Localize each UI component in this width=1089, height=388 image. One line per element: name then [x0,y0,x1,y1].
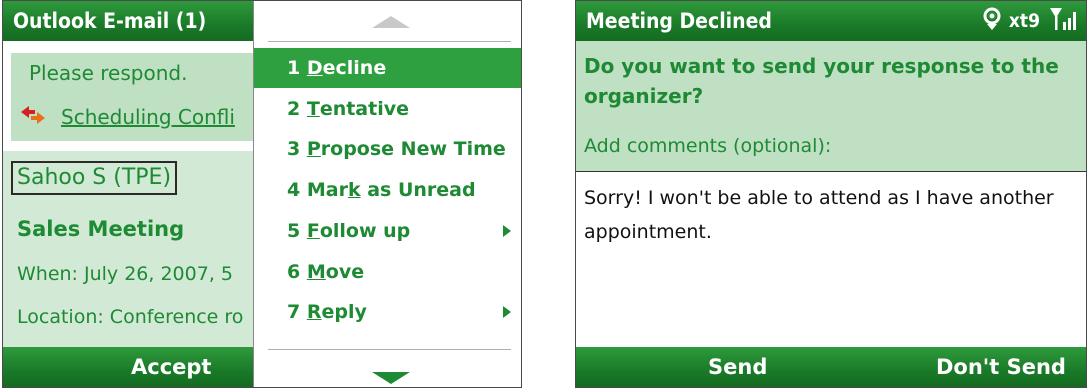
menu-item-number: 4 Mar [287,179,348,202]
menu-item[interactable]: 7 Reply [254,292,521,332]
menu-item-number: 6 [287,260,307,283]
scheduling-conflict-link[interactable]: Scheduling Confli [61,105,235,129]
menu-item-hotkey: F [306,219,320,242]
respond-text: Please respond. [29,61,188,85]
menu-item-number: 1 [287,57,307,79]
menu-item[interactable]: 5 Follow up [254,211,521,251]
menu-item-label: ropose New Time [320,138,506,161]
menu-item-hotkey: R [306,301,322,324]
accept-softkey[interactable]: Accept [131,355,211,379]
menu-item-label: ecline [322,57,387,79]
submenu-arrow-icon [503,224,511,237]
meeting-declined-screen: Meeting Declined xt9 Do you want to send… [575,0,1087,388]
add-comments-label: Add comments (optional): [584,135,832,157]
signal-strength-icon [1048,6,1078,37]
menu-scroll-down-icon[interactable] [372,369,410,387]
window-title: Outlook E-mail (1) [13,9,207,33]
menu-item-label: entative [319,97,409,120]
menu-item-hotkey: M [306,260,326,283]
dont-send-softkey[interactable]: Don't Send [936,355,1066,379]
meeting-when: When: July 26, 2007, 5 [17,263,233,285]
menu-item[interactable]: 1 Decline [254,48,521,88]
menu-item-label: eply [321,301,367,324]
menu-item-hotkey: D [306,57,323,79]
menu-item-number: 7 [287,301,307,324]
softkey-bar: Send Don't Send [576,347,1086,387]
sender-name[interactable]: Sahoo S (TPE) [11,161,178,195]
submenu-arrow-icon [503,306,511,319]
meeting-subject: Sales Meeting [17,217,185,241]
send-response-question: Do you want to send your response to the… [584,54,1059,108]
scheduling-conflict-row[interactable]: Scheduling Confli [19,104,235,130]
window-title: Meeting Declined [586,9,772,33]
menu-item-number: 3 [287,138,307,161]
menu-item[interactable]: 4 Mar k as Unread [254,170,521,210]
menu-scroll-up-icon[interactable] [372,13,410,32]
context-menu: 1 Decline 2 Tentative 3 Propose New Time 4 … [253,1,521,387]
menu-item[interactable]: 2 Tentative [254,89,521,129]
location-pin-icon [983,7,1001,36]
comment-text[interactable]: Sorry! I won't be able to attend as I ha… [584,181,1084,249]
menu-item-number: 2 [287,97,307,120]
menu-item[interactable]: 6 Move [254,252,521,292]
menu-item[interactable]: 3 Propose New Time [254,129,521,169]
menu-divider-bottom [268,349,511,350]
menu-item-number: 5 [287,219,307,242]
title-bar: Meeting Declined xt9 [576,1,1086,41]
scheduling-conflict-icon [19,104,47,130]
menu-item-label: ollow up [319,219,411,242]
menu-item-hotkey: T [306,97,320,120]
menu-item-hotkey: P [306,138,321,161]
menu-item-label: ove [325,260,365,283]
meeting-location: Location: Conference ro [17,306,244,328]
status-icons: xt9 [983,7,1078,35]
xt9-input-indicator: xt9 [1008,10,1040,32]
menu-item-label: as Unread [360,179,476,202]
outlook-email-screen: Outlook E-mail (1) Please respond. Sched… [2,0,522,388]
menu-divider-top [268,41,511,42]
menu-item-hotkey: k [347,179,361,202]
send-softkey[interactable]: Send [708,355,767,379]
